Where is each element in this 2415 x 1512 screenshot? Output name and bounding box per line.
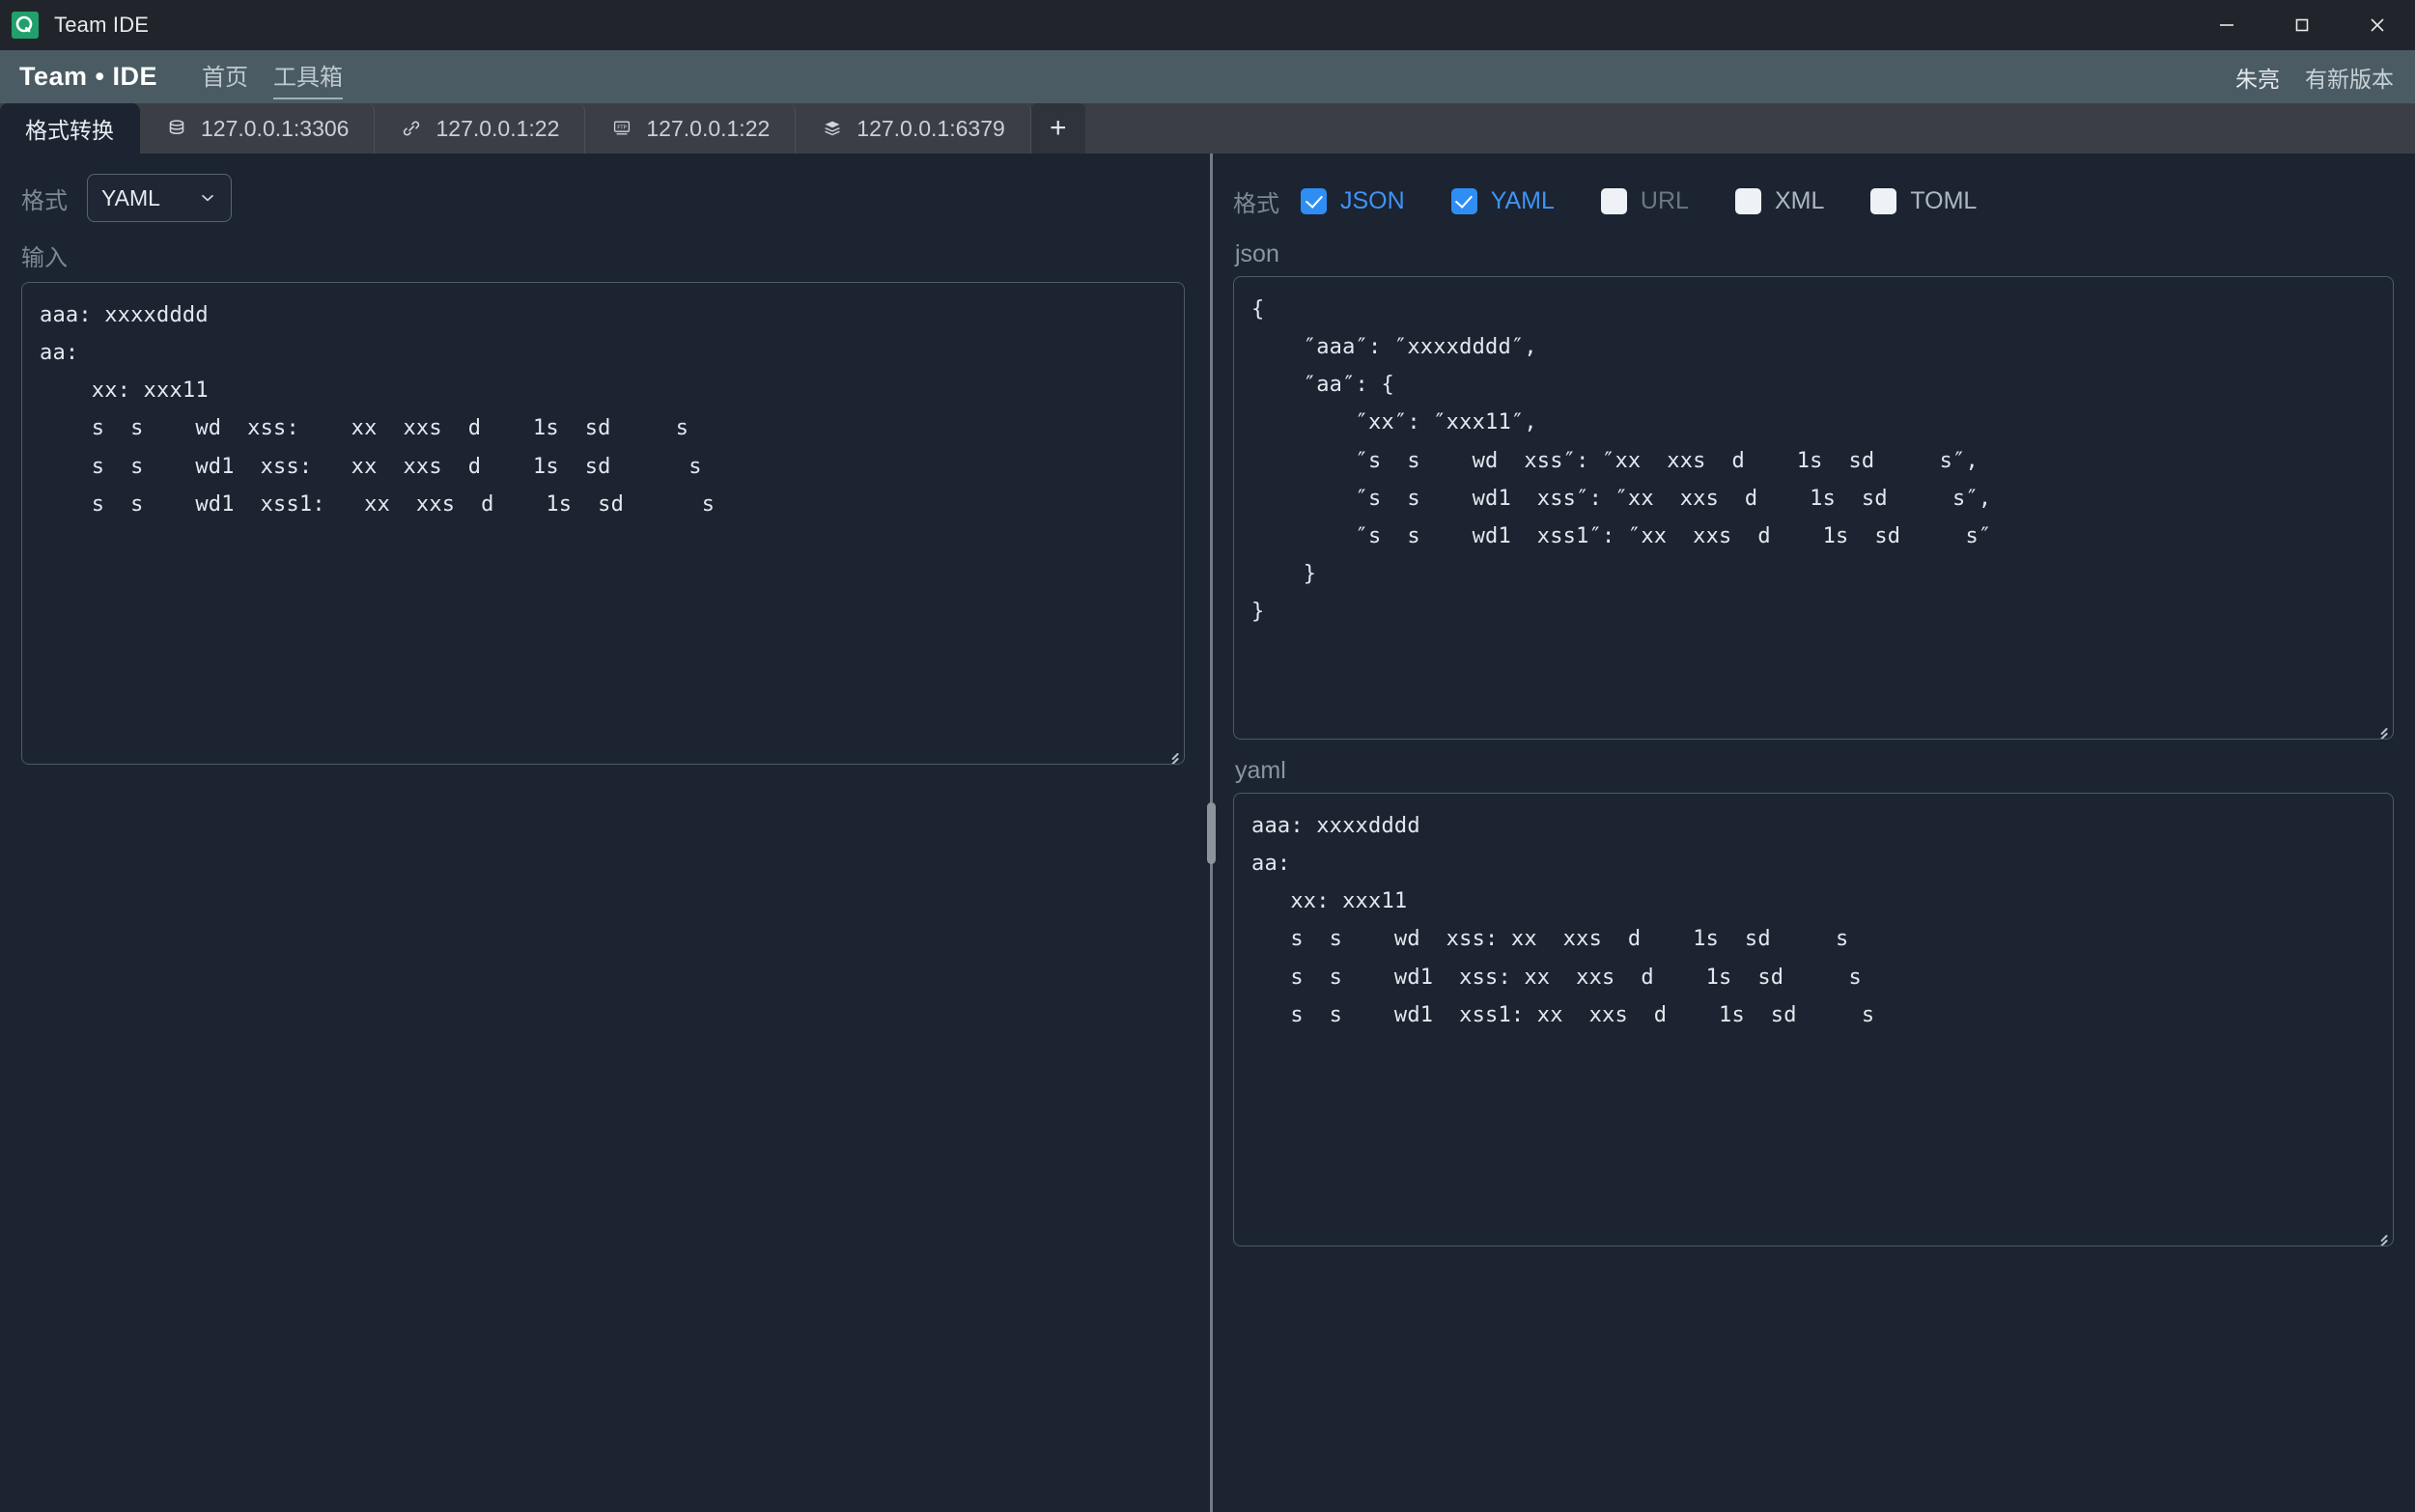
- tab-label: 格式转换: [25, 112, 114, 145]
- tab-redis-6379[interactable]: 127.0.0.1:6379: [796, 103, 1030, 154]
- input-area-label: 输入: [21, 238, 1185, 272]
- checkbox-toml-box[interactable]: [1870, 188, 1896, 214]
- checkbox-url-label: URL: [1641, 187, 1689, 215]
- json-output-textarea[interactable]: { ″aaa″: ″xxxxdddd″, ″aa″: { ″xx″: ″xxx1…: [1233, 276, 2394, 740]
- main-navbar: Team • IDE 首页 工具箱 朱亮 有新版本: [0, 50, 2415, 103]
- tab-label: 127.0.0.1:3306: [201, 116, 349, 142]
- checkbox-yaml[interactable]: YAML: [1451, 187, 1555, 215]
- checkbox-yaml-label: YAML: [1491, 187, 1555, 215]
- database-icon: [165, 117, 188, 140]
- maximize-button[interactable]: [2264, 0, 2340, 50]
- tab-strip: 格式转换 127.0.0.1:3306 127.0.0.1:22: [0, 103, 2415, 154]
- nav-item-home[interactable]: 首页: [192, 52, 258, 101]
- json-output-title: json: [1235, 240, 2394, 268]
- input-format-row: 格式 YAML: [21, 179, 1185, 217]
- redis-stack-icon: [821, 117, 844, 140]
- title-bar: Team IDE: [0, 0, 2415, 50]
- tab-label: 127.0.0.1:22: [646, 116, 770, 142]
- app-logo-icon: [12, 12, 39, 39]
- brand-title: Team • IDE: [19, 62, 157, 92]
- splitter-grip[interactable]: [1207, 802, 1216, 864]
- json-output-text: { ″aaa″: ″xxxxdddd″, ″aa″: { ″xx″: ″xxx1…: [1251, 297, 1991, 624]
- minimize-button[interactable]: [2189, 0, 2264, 50]
- checkbox-url[interactable]: URL: [1601, 187, 1689, 215]
- yaml-output-title: yaml: [1235, 757, 2394, 785]
- tab-ssh-22[interactable]: 127.0.0.1:22: [375, 103, 585, 154]
- checkbox-toml[interactable]: TOML: [1870, 187, 1977, 215]
- checkbox-json[interactable]: JSON: [1301, 187, 1405, 215]
- resize-grip-icon[interactable]: [2372, 1225, 2389, 1243]
- tab-format-convert[interactable]: 格式转换: [0, 103, 140, 154]
- window-controls: [2189, 0, 2415, 50]
- workspace: 格式 YAML 输入 aaa: xxxxdddd aa: xx: xxx11 s…: [0, 154, 2415, 1512]
- chevron-down-icon: [198, 188, 217, 208]
- input-format-label: 格式: [21, 182, 68, 215]
- svg-text:FTP: FTP: [618, 126, 628, 131]
- checkbox-xml-box[interactable]: [1735, 188, 1761, 214]
- nav-menu: 首页 工具箱: [192, 52, 352, 101]
- output-format-label: 格式: [1233, 184, 1279, 218]
- version-notice[interactable]: 有新版本: [2305, 61, 2394, 94]
- tab-label: 127.0.0.1:22: [435, 116, 559, 142]
- ftp-icon: FTP: [610, 117, 633, 140]
- application-window: Team IDE Team • IDE 首页 工具箱 朱亮 有新版本 格式转换: [0, 0, 2415, 1512]
- checkbox-url-box[interactable]: [1601, 188, 1627, 214]
- yaml-output-textarea[interactable]: aaa: xxxxdddd aa: xx: xxx11 s s wd xss: …: [1233, 793, 2394, 1246]
- checkbox-toml-label: TOML: [1910, 187, 1977, 215]
- tab-label: 127.0.0.1:6379: [856, 116, 1004, 142]
- resize-grip-icon[interactable]: [1163, 743, 1180, 761]
- add-tab-button[interactable]: +: [1031, 103, 1085, 154]
- link-icon: [400, 117, 423, 140]
- tab-strip-filler: [1085, 103, 2415, 154]
- output-panel: 格式 JSON YAML URL XML: [1216, 154, 2415, 1512]
- checkbox-yaml-box[interactable]: [1451, 188, 1477, 214]
- checkbox-json-label: JSON: [1340, 187, 1405, 215]
- input-textarea[interactable]: aaa: xxxxdddd aa: xx: xxx11 s s wd xss: …: [21, 282, 1185, 765]
- output-format-checkboxes: 格式 JSON YAML URL XML: [1233, 179, 2394, 223]
- tab-mysql-3306[interactable]: 127.0.0.1:3306: [140, 103, 375, 154]
- resize-grip-icon[interactable]: [2372, 718, 2389, 736]
- nav-item-toolbox[interactable]: 工具箱: [264, 52, 352, 101]
- close-button[interactable]: [2340, 0, 2415, 50]
- input-format-value: YAML: [101, 185, 160, 211]
- yaml-output-text: aaa: xxxxdddd aa: xx: xxx11 s s wd xss: …: [1251, 814, 1874, 1027]
- input-format-select[interactable]: YAML: [87, 174, 232, 222]
- tab-ftp-22[interactable]: FTP 127.0.0.1:22: [585, 103, 796, 154]
- checkbox-xml-label: XML: [1775, 187, 1824, 215]
- checkbox-json-box[interactable]: [1301, 188, 1327, 214]
- user-name[interactable]: 朱亮: [2235, 61, 2280, 94]
- panel-splitter[interactable]: [1206, 154, 1216, 1512]
- checkbox-xml[interactable]: XML: [1735, 187, 1824, 215]
- window-title: Team IDE: [54, 13, 149, 38]
- nav-right-group: 朱亮 有新版本: [2235, 61, 2394, 94]
- input-panel: 格式 YAML 输入 aaa: xxxxdddd aa: xx: xxx11 s…: [0, 154, 1206, 1512]
